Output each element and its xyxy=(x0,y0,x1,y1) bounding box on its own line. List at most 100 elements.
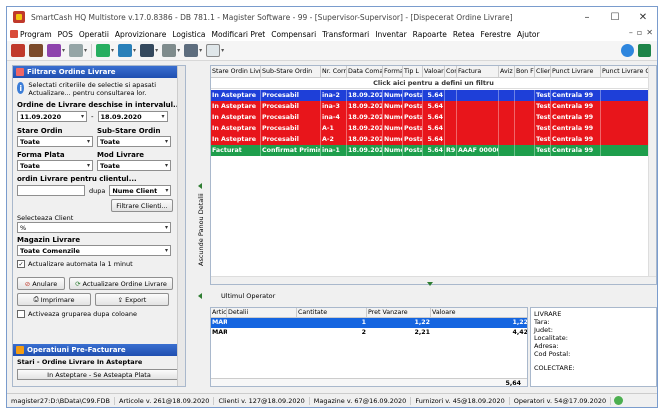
toolbar-page-button[interactable]: ▾ xyxy=(206,43,224,59)
order-row[interactable]: In AsteptareProcesabilina-218.09.2020Num… xyxy=(211,90,656,101)
order-cell-bon xyxy=(515,145,535,156)
dcol-valoare[interactable]: Valoare xyxy=(431,308,527,318)
order-cell-val: 5.64 xyxy=(423,123,445,134)
col-substare[interactable]: Sub-Stare Ordin xyxy=(261,66,321,78)
child-restore-button[interactable]: ▫ xyxy=(637,28,642,37)
col-nr[interactable]: Nr. Corr xyxy=(321,66,347,78)
filter-clients-button[interactable]: Filtrare Clienti... xyxy=(111,199,173,212)
auto-refresh-checkbox[interactable]: ✓ Actualizare automata la 1 minut xyxy=(17,259,181,269)
cancel-button[interactable]: ⊘ Anulare xyxy=(17,277,65,290)
client-input[interactable] xyxy=(17,185,85,196)
export-button[interactable]: ⇪ Export xyxy=(95,293,169,306)
expand-arrow-icon[interactable] xyxy=(427,282,433,286)
menu-compensari[interactable]: Compensari xyxy=(268,30,319,39)
col-aviz[interactable]: Aviz xyxy=(499,66,515,78)
magazin-select[interactable]: Toate Comenzile ▾ xyxy=(17,245,171,256)
order-cell-cor xyxy=(445,101,457,112)
menu-aprovizionare[interactable]: Aprovizionare xyxy=(112,30,169,39)
toolbar-monitor-button[interactable]: ▾ xyxy=(140,43,158,59)
orders-grid-hscroll[interactable] xyxy=(211,276,656,284)
col-bon[interactable]: Bon F xyxy=(515,66,535,78)
toolbar-users-button[interactable]: ▾ xyxy=(47,43,65,59)
dcol-cantitate[interactable]: Cantitate xyxy=(297,308,367,318)
details-splitter[interactable]: Ascunde Panou Detalii xyxy=(195,65,207,387)
group-check-icon xyxy=(17,310,25,318)
detail-row[interactable]: MAR 1 1,22 1,22 xyxy=(211,318,527,328)
child-close-button[interactable]: ✕ xyxy=(646,28,653,37)
maximize-button[interactable]: ☐ xyxy=(601,7,629,27)
filter-panel-scrollbar[interactable] xyxy=(177,66,185,386)
toolbar-reports-button[interactable]: ▾ xyxy=(162,43,180,59)
order-cell-tip: Posta xyxy=(404,101,423,112)
col-forma[interactable]: Forma xyxy=(383,66,403,78)
toolbar-stock-button[interactable] xyxy=(29,43,43,59)
menu-rapoarte[interactable]: Rapoarte xyxy=(410,30,450,39)
date-from-picker[interactable]: 11.09.2020 ▾ xyxy=(17,111,87,122)
dcol-artic[interactable]: Artic xyxy=(211,308,227,318)
group-columns-checkbox[interactable]: Activeaza gruparea dupa coloane xyxy=(17,309,181,319)
order-row[interactable]: FacturatConfirmat Primireina-118.09.2020… xyxy=(211,145,656,156)
orders-grid-header: Stare Ordin Livr Sub-Stare Ordin Nr. Cor… xyxy=(211,66,656,78)
order-row[interactable]: In AsteptareProcesabilina-318.09.2020Num… xyxy=(211,101,656,112)
filter-row[interactable]: Click aici pentru a defini un filtru xyxy=(211,78,656,89)
toolbar-documents-button[interactable]: ▾ xyxy=(118,43,136,59)
awaiting-payment-button[interactable]: In Asteptare - Se Asteapta Plata xyxy=(17,369,181,380)
col-client[interactable]: Clier xyxy=(535,66,551,78)
mod-livrare-select[interactable]: Toate ▾ xyxy=(97,160,171,171)
menu-logistica[interactable]: Logistica xyxy=(169,30,208,39)
filter-panel-header[interactable]: Filtrare Ordine Livrare xyxy=(13,66,185,78)
col-punct[interactable]: Punct Livrare xyxy=(551,66,601,78)
menu-operatii[interactable]: Operatii xyxy=(76,30,112,39)
dcol-pret[interactable]: Pret Vanzare xyxy=(367,308,431,318)
help-icon[interactable] xyxy=(621,44,634,57)
substare-select[interactable]: Toate ▾ xyxy=(97,136,171,147)
menu-program[interactable]: Program xyxy=(7,30,55,39)
col-stare[interactable]: Stare Ordin Livr xyxy=(211,66,261,78)
collapse-arrow-icon-2[interactable] xyxy=(198,293,202,299)
detail-cell-pret: 2,21 xyxy=(414,329,430,336)
toolbar-tools-button[interactable]: ▾ xyxy=(69,43,87,59)
menu-modificari-pret[interactable]: Modificari Pret xyxy=(208,30,268,39)
col-valoare[interactable]: Valoar xyxy=(423,66,445,78)
refresh-orders-button[interactable]: ⟳ Actualizare Ordine Livrare xyxy=(69,277,173,290)
exit-icon[interactable] xyxy=(638,44,651,57)
menu-retea[interactable]: Retea xyxy=(450,30,478,39)
order-cell-punct: Centrala 99 xyxy=(551,101,601,112)
col-tip[interactable]: Tip L xyxy=(403,66,423,78)
order-cell-punct: Centrala 99 xyxy=(551,145,601,156)
child-minimize-button[interactable]: – xyxy=(629,28,633,37)
col-factura[interactable]: Factura xyxy=(457,66,499,78)
col-punct-c[interactable]: Punct Livrare C xyxy=(601,66,651,78)
date-to-picker[interactable]: 18.09.2020 ▾ xyxy=(97,111,168,122)
client-mode-select[interactable]: Nume Client ▾ xyxy=(109,185,172,196)
order-row[interactable]: In AsteptareProcesabilina-418.09.2020Num… xyxy=(211,112,656,123)
toolbar-transfer-button[interactable]: ▾ xyxy=(96,43,114,59)
detail-row[interactable]: MAR 2 2,21 4,42 xyxy=(211,328,527,338)
close-button[interactable]: ✕ xyxy=(629,7,657,27)
dcol-detalii[interactable]: Detalii xyxy=(227,308,297,318)
order-cell-stare: In Asteptare xyxy=(211,123,261,134)
col-cor[interactable]: Cor xyxy=(445,66,457,78)
minimize-button[interactable]: – xyxy=(573,7,601,27)
info-livrare: LIVRARE xyxy=(534,310,562,318)
menu-ferestre[interactable]: Ferestre xyxy=(478,30,514,39)
prefacturare-header[interactable]: Operatiuni Pre-Facturare xyxy=(13,344,185,356)
forma-plata-select[interactable]: Toate ▾ xyxy=(17,160,93,171)
toolbar-search-button[interactable]: ▾ xyxy=(184,43,202,59)
order-row[interactable]: In AsteptareProcesabilA-218.09.2020NumeP… xyxy=(211,134,656,145)
info-cod-postal: Cod Postal: xyxy=(534,350,571,358)
substare-label: Sub-Stare Ordin xyxy=(97,127,161,135)
col-data[interactable]: Data Coma xyxy=(347,66,383,78)
order-cell-data: 18.09.2020 xyxy=(347,134,383,145)
order-row[interactable]: In AsteptareProcesabilA-118.09.2020NumeP… xyxy=(211,123,656,134)
print-button[interactable]: ⎙ Imprimare xyxy=(17,293,91,306)
orders-grid-vscroll[interactable] xyxy=(648,66,656,284)
menu-pos[interactable]: POS xyxy=(55,30,76,39)
stare-select[interactable]: Toate ▾ xyxy=(17,136,93,147)
menu-inventar[interactable]: Inventar xyxy=(372,30,409,39)
toolbar-pos-button[interactable] xyxy=(11,43,25,59)
menu-ajutor[interactable]: Ajutor xyxy=(514,30,543,39)
order-cell-data: 18.09.2020 xyxy=(347,90,383,101)
menu-transformari[interactable]: Transformari xyxy=(319,30,372,39)
select-client-combo[interactable]: % ▾ xyxy=(17,222,171,233)
